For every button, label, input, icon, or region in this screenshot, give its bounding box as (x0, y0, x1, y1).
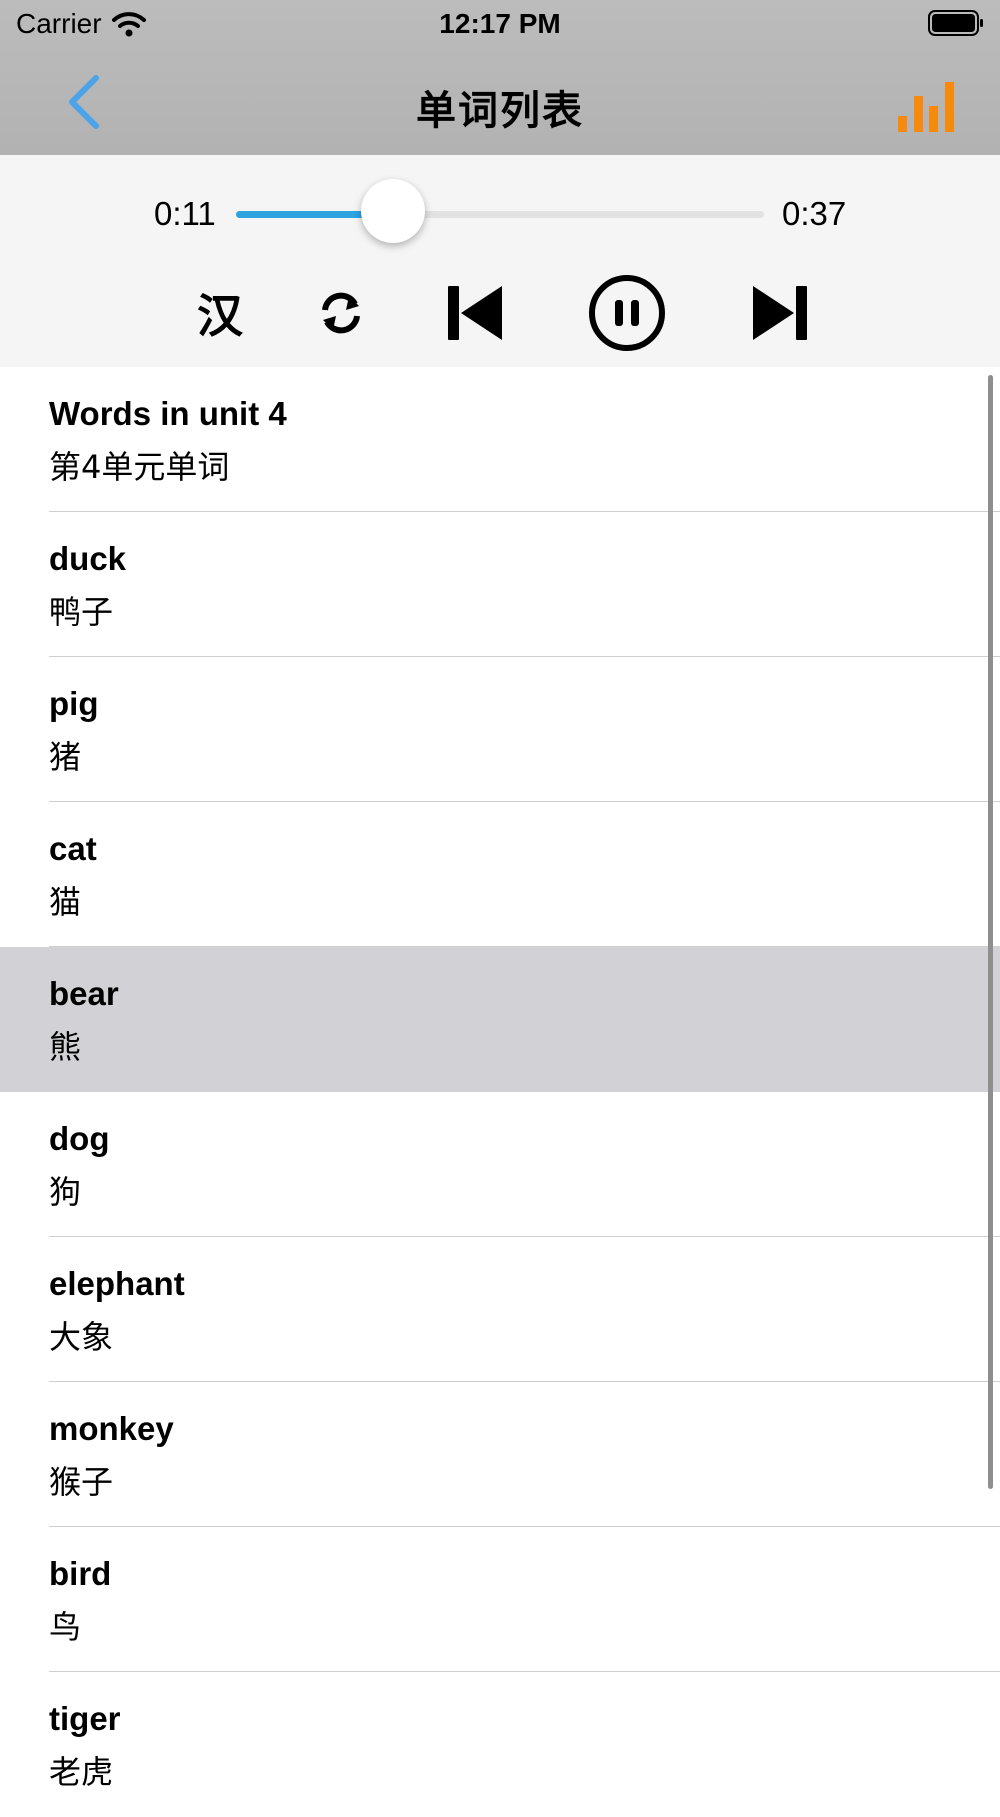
word-label: Words in unit 4 (49, 395, 287, 432)
word-list: Words in unit 4 第4单元单词 duck 鸭子 pig 猪 cat 猫 bear 熊… (0, 367, 1000, 1817)
meaning-label: 鸟 (49, 1608, 82, 1646)
current-time: 0:11 (154, 195, 216, 232)
bar-chart-icon[interactable] (898, 78, 954, 132)
meaning-label: 猴子 (49, 1463, 114, 1501)
list-item[interactable]: Words in unit 4 第4单元单词 (0, 367, 1000, 512)
progress-slider-thumb[interactable] (360, 179, 425, 243)
word-label: elephant (49, 1265, 185, 1302)
word-label: bird (49, 1555, 112, 1592)
battery-icon (928, 10, 983, 36)
meaning-label: 第4单元单词 (49, 448, 230, 486)
list-item[interactable]: dog 狗 (0, 1092, 1000, 1237)
list-item[interactable]: duck 鸭子 (0, 512, 1000, 657)
list-item[interactable]: cat 猫 (0, 802, 1000, 947)
word-label: tiger (49, 1700, 121, 1737)
list-item[interactable]: bird 鸟 (0, 1527, 1000, 1672)
previous-icon (448, 286, 502, 340)
audio-player: 0:11 0:37 汉 (0, 155, 1000, 367)
meaning-label: 熊 (49, 1028, 82, 1066)
word-label: dog (49, 1120, 110, 1157)
list-item[interactable]: monkey 猴子 (0, 1382, 1000, 1527)
meaning-label: 大象 (49, 1318, 114, 1356)
list-item[interactable]: bear 熊 (0, 947, 1000, 1092)
list-item[interactable]: elephant 大象 (0, 1237, 1000, 1382)
word-label: pig (49, 685, 99, 722)
list-item[interactable]: pig 猪 (0, 657, 1000, 802)
pause-button[interactable] (587, 273, 667, 353)
next-icon (753, 286, 807, 340)
meaning-label: 猪 (49, 738, 82, 776)
pause-icon (589, 275, 665, 351)
status-time: 12:17 PM (439, 8, 561, 39)
progress-slider[interactable] (236, 211, 764, 218)
scrollbar[interactable] (988, 375, 993, 1489)
word-label: monkey (49, 1410, 174, 1447)
word-label: cat (49, 830, 97, 867)
list-item[interactable]: tiger 老虎 (0, 1672, 1000, 1817)
repeat-icon (322, 292, 360, 334)
meaning-label: 老虎 (49, 1753, 114, 1791)
word-label: bear (49, 975, 119, 1012)
navigation-bar: Carrier 12:17 PM 单词列表 (0, 0, 1000, 155)
word-label: duck (49, 540, 127, 577)
translate-toggle-button[interactable]: 汉 (190, 273, 250, 353)
page-title: 单词列表 (416, 89, 584, 133)
previous-button[interactable] (446, 273, 504, 353)
meaning-label: 鸭子 (49, 593, 114, 631)
meaning-label: 猫 (49, 883, 82, 921)
meaning-label: 狗 (49, 1173, 82, 1211)
total-time: 0:37 (782, 195, 847, 232)
repeat-button[interactable] (318, 273, 364, 353)
next-button[interactable] (751, 273, 809, 353)
